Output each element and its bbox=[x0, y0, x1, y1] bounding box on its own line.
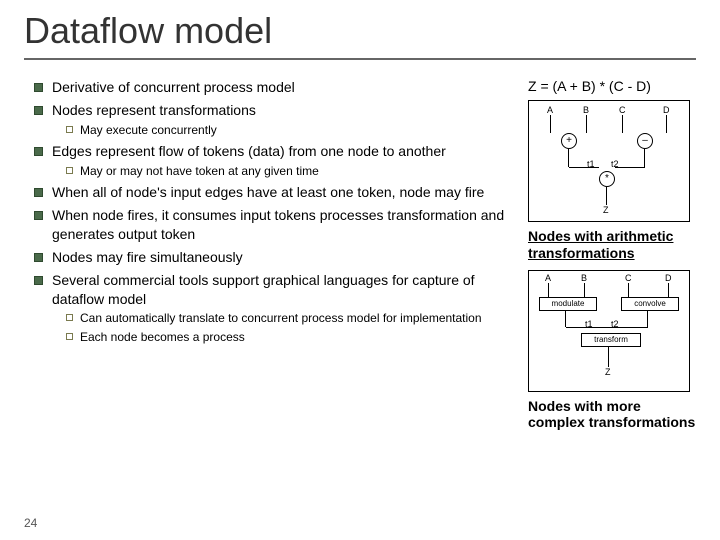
bullet-item: Nodes represent transformations May exec… bbox=[52, 101, 528, 138]
sub-bullet-item: May or may not have token at any given t… bbox=[80, 163, 528, 179]
sub-bullet-item: May execute concurrently bbox=[80, 122, 528, 138]
edge bbox=[565, 311, 566, 327]
op-minus-icon: – bbox=[637, 133, 653, 149]
bullet-text: Edges represent flow of tokens (data) fr… bbox=[52, 143, 446, 159]
node-label: B bbox=[583, 105, 589, 115]
edge bbox=[666, 115, 667, 133]
slide: Dataflow model Derivative of concurrent … bbox=[0, 0, 720, 540]
edge bbox=[615, 167, 645, 168]
title-rule bbox=[24, 58, 696, 60]
edge bbox=[668, 283, 669, 297]
node-label: D bbox=[665, 273, 672, 283]
edge bbox=[568, 149, 569, 167]
bullet-item: When node fires, it consumes input token… bbox=[52, 206, 528, 244]
edge bbox=[566, 327, 608, 328]
edge bbox=[606, 187, 607, 205]
op-plus-icon: + bbox=[561, 133, 577, 149]
bullet-item: Derivative of concurrent process model bbox=[52, 78, 528, 97]
bullet-column: Derivative of concurrent process model N… bbox=[24, 78, 528, 439]
bullet-item: Several commercial tools support graphic… bbox=[52, 271, 528, 345]
edge bbox=[644, 149, 645, 167]
op-convolve: convolve bbox=[621, 297, 679, 311]
op-mul-icon: * bbox=[599, 171, 615, 187]
edge bbox=[608, 327, 648, 328]
sub-bullet-list: May or may not have token at any given t… bbox=[52, 163, 528, 179]
sub-bullet-item: Each node becomes a process bbox=[80, 329, 528, 345]
node-label: B bbox=[581, 273, 587, 283]
edge bbox=[608, 347, 609, 367]
page-title: Dataflow model bbox=[24, 10, 696, 52]
edge bbox=[628, 283, 629, 297]
equation: Z = (A + B) * (C - D) bbox=[528, 78, 696, 94]
bullet-list: Derivative of concurrent process model N… bbox=[24, 78, 528, 345]
node-label: A bbox=[547, 105, 553, 115]
node-label: D bbox=[663, 105, 670, 115]
figure-column: Z = (A + B) * (C - D) A B C D + – t1 t2 … bbox=[528, 78, 696, 439]
bullet-text: Several commercial tools support graphic… bbox=[52, 272, 475, 307]
edge bbox=[622, 115, 623, 133]
figure-caption: Nodes with more complex transformations bbox=[528, 398, 696, 432]
edge bbox=[569, 167, 599, 168]
page-number: 24 bbox=[24, 516, 37, 530]
content-row: Derivative of concurrent process model N… bbox=[24, 78, 696, 439]
sub-bullet-item: Can automatically translate to concurren… bbox=[80, 310, 528, 326]
bullet-item: Nodes may fire simultaneously bbox=[52, 248, 528, 267]
edge bbox=[586, 115, 587, 133]
node-label: C bbox=[625, 273, 632, 283]
op-modulate: modulate bbox=[539, 297, 597, 311]
diagram-arithmetic: A B C D + – t1 t2 * Z bbox=[528, 100, 690, 222]
figure-caption: Nodes with arithmetic transformations bbox=[528, 228, 696, 262]
node-label: Z bbox=[605, 367, 611, 377]
edge bbox=[647, 311, 648, 327]
edge bbox=[548, 283, 549, 297]
bullet-item: When all of node's input edges have at l… bbox=[52, 183, 528, 202]
edge bbox=[584, 283, 585, 297]
bullet-item: Edges represent flow of tokens (data) fr… bbox=[52, 142, 528, 179]
edge bbox=[550, 115, 551, 133]
sub-bullet-list: Can automatically translate to concurren… bbox=[52, 310, 528, 344]
sub-bullet-list: May execute concurrently bbox=[52, 122, 528, 138]
op-transform: transform bbox=[581, 333, 641, 347]
node-label: Z bbox=[603, 205, 609, 215]
node-label: A bbox=[545, 273, 551, 283]
node-label: C bbox=[619, 105, 626, 115]
bullet-text: Nodes represent transformations bbox=[52, 102, 256, 118]
diagram-complex: A B C D modulate convolve t1 t2 transfor… bbox=[528, 270, 690, 392]
